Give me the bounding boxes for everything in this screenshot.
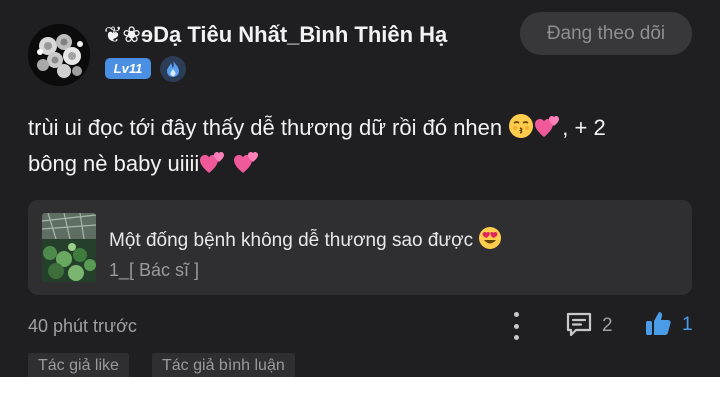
comment-bubble-icon [565,310,593,343]
following-button[interactable]: Đang theo dõi [520,12,692,55]
flower-bouquet-avatar-icon [28,24,90,86]
chapter-thumbnail [42,213,96,282]
comment-text-line1-tail: , + 2 [562,115,606,140]
like-count: 1 [682,314,693,335]
reply-count: 2 [602,315,613,336]
tag-author-liked: Tác giả like [28,353,129,379]
level-badge: Lv11 [105,58,151,79]
two-hearts-icon [199,149,227,184]
more-options-icon[interactable] [506,312,526,340]
quoted-chapter-card[interactable]: Một đống bệnh không dễ thương sao được 1… [28,200,692,295]
two-hearts-icon [534,113,562,148]
tag-author-replied: Tác giả bình luận [152,353,295,379]
quoted-chapter-title-text: Một đống bệnh không dễ thương sao được [109,230,479,251]
like-button[interactable]: 1 [644,310,693,340]
two-hearts-icon [233,149,261,184]
comment-card: ❦❀ɘDạ Tiêu Nhất_Bình Thiên Hạ Lv11 Đang … [0,0,720,379]
thumbs-up-icon [644,309,672,342]
comment-body: trùi ui đọc tới đây thấy dễ thương dữ rồ… [28,112,688,184]
bottom-strip [0,377,720,400]
heart-eyes-face-icon [478,226,502,256]
comment-text-line2: bông nè baby uiiii [28,151,200,176]
avatar[interactable] [28,24,90,86]
reply-button[interactable]: 2 [565,312,613,340]
quoted-chapter-title: Một đống bệnh không dễ thương sao được [109,226,502,256]
kissing-face-icon [508,113,534,148]
author-name[interactable]: ❦❀ɘDạ Tiêu Nhất_Bình Thiên Hạ [104,22,464,48]
comment-timestamp: 40 phút trước [28,316,137,336]
blue-flame-icon [160,56,186,82]
comment-text-line1: trùi ui đọc tới đây thấy dễ thương dữ rồ… [28,115,509,140]
quoted-chapter-subtitle: 1_[ Bác sĩ ] [109,260,200,280]
